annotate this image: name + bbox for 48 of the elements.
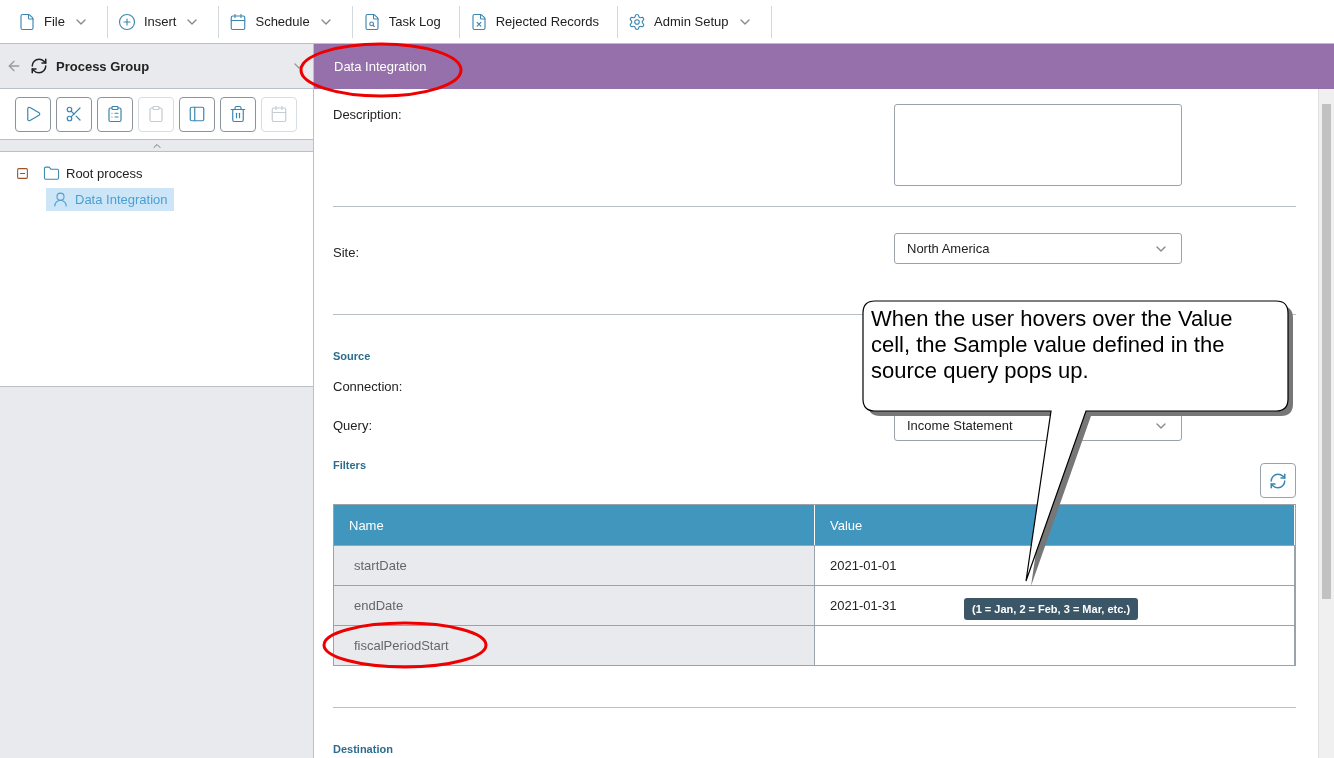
field-label: Site:	[333, 245, 360, 260]
field-label: Description:	[333, 107, 403, 122]
menu-button[interactable]: Insert	[107, 5, 220, 38]
tree-item[interactable]: Root process	[37, 161, 149, 185]
refresh-icon	[1269, 471, 1287, 490]
menu-button[interactable]: Task Log	[352, 5, 460, 38]
tool-button[interactable]	[56, 96, 92, 132]
clipboard-icon	[147, 105, 165, 123]
table-cell: endDate	[334, 586, 815, 625]
field-label: Query:	[333, 418, 373, 433]
refresh-button[interactable]	[1260, 463, 1296, 498]
section-heading: Destination	[333, 743, 393, 755]
table-cell: fiscalPeriodStart	[334, 626, 815, 665]
description-field[interactable]	[894, 104, 1182, 186]
document-x-icon	[469, 12, 488, 31]
field-label: Connection:	[333, 379, 404, 394]
menu-button[interactable]: Schedule	[219, 5, 353, 38]
table-cell: startDate	[334, 546, 815, 585]
site-select[interactable]: North America	[894, 233, 1182, 264]
calendar-icon	[270, 105, 288, 123]
log-search-icon	[362, 12, 381, 31]
tool-button[interactable]	[97, 96, 133, 132]
folder-icon	[43, 164, 60, 182]
file-icon	[18, 12, 36, 31]
tooltip: (1 = Jan, 2 = Feb, 3 = Mar, etc.)	[964, 598, 1139, 620]
tool-button[interactable]	[15, 96, 51, 132]
calendar-icon	[229, 12, 248, 31]
collapse-icon[interactable]	[16, 166, 29, 180]
scrollbar[interactable]	[1318, 89, 1334, 758]
callout-text: When the user hovers over the Value cell, the Sample value defined in the source query pops up.	[871, 306, 1234, 384]
section-heading: Source	[333, 350, 371, 362]
tool-button[interactable]	[179, 96, 215, 132]
panel-title: Process Group	[56, 58, 151, 74]
tool-button[interactable]	[220, 96, 256, 132]
menu-button[interactable]: File	[8, 5, 108, 38]
settings-icon	[628, 12, 647, 31]
detail-title-bar: Data Integration	[314, 44, 1334, 89]
scissors-icon	[65, 105, 83, 123]
copy-icon	[106, 105, 124, 123]
column-header: Name	[334, 505, 815, 545]
section-heading: Filters	[333, 459, 366, 471]
cycle-arrows-icon	[30, 57, 48, 75]
trash-icon	[229, 105, 247, 123]
plus-circle-icon	[117, 12, 136, 31]
menu-button[interactable]: Rejected Records	[459, 5, 619, 38]
menu-button[interactable]: Admin Setup	[618, 5, 772, 38]
column-header: Value	[815, 505, 1295, 545]
panel-icon	[188, 105, 206, 123]
